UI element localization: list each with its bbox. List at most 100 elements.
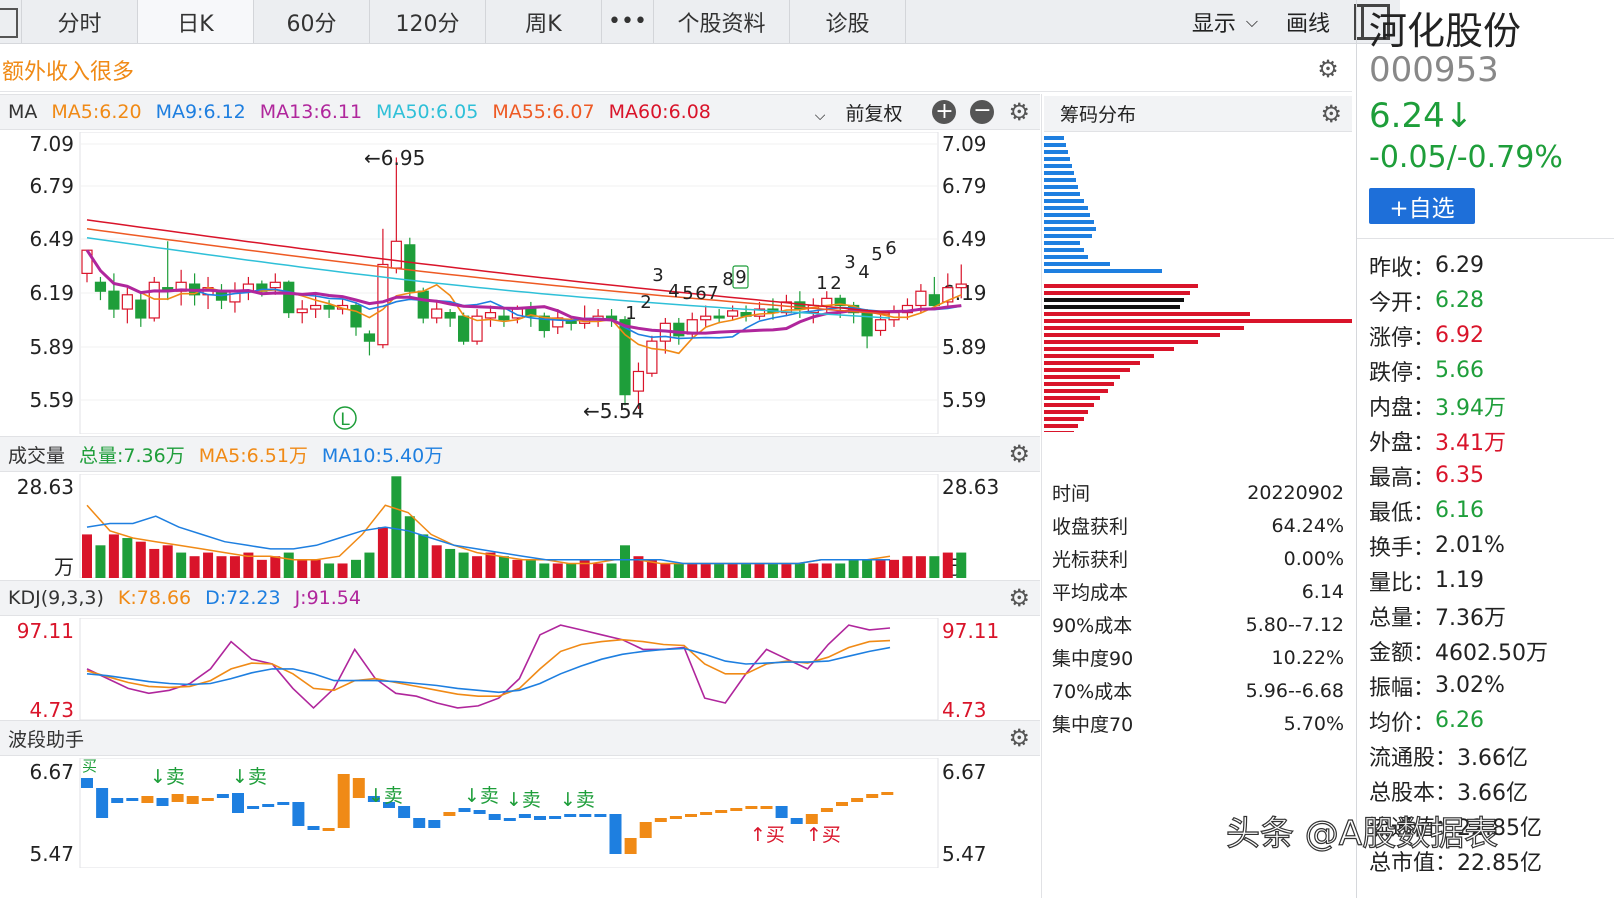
td-seq-label: 8 xyxy=(722,269,733,290)
quote-stat-row: 最高： 6.35 xyxy=(1369,458,1548,493)
chip-bar-blue xyxy=(1044,143,1066,147)
quote-stat-row: 换手： 2.01% xyxy=(1369,528,1548,563)
wave-chart[interactable]: 6.67 6.67 5.47 5.47 ↓卖 ↓卖 ↓卖 ↓卖 ↓卖 ↓卖 ↑买 ↑买 买 xyxy=(0,758,1040,868)
tab-6[interactable]: 个股资料 xyxy=(654,0,790,43)
td-seq-label: 5 xyxy=(871,244,882,265)
wave-sell-label: ↓卖 xyxy=(368,785,403,807)
volume-bar xyxy=(902,556,913,578)
zoom-in-icon[interactable]: + xyxy=(932,100,957,124)
wave-top-tick-right: 6.67 xyxy=(942,760,987,784)
tab-3[interactable]: 120分 xyxy=(370,0,486,43)
wave-bar xyxy=(473,810,486,814)
wave-bar xyxy=(654,818,667,822)
volume-chart[interactable]: 28.6328.63万万 xyxy=(0,474,1040,578)
wave-bar xyxy=(730,808,743,811)
y-tick-left: 7.09 xyxy=(29,132,74,156)
candle-body xyxy=(700,315,712,321)
wave-gear-icon[interactable]: ⚙ xyxy=(1008,724,1030,752)
kdj-gear-icon[interactable]: ⚙ xyxy=(1008,584,1030,612)
kdj-chart[interactable]: 97.11 97.11 4.73 4.73 xyxy=(0,618,1040,720)
quote-stat-value: 6.16 xyxy=(1435,498,1484,523)
high-price-label: ←6.95 xyxy=(364,146,425,170)
collapse-left-icon[interactable] xyxy=(0,0,22,43)
wave-bar xyxy=(443,812,456,816)
chip-bar-blue xyxy=(1044,255,1088,259)
wave-bar xyxy=(866,794,879,798)
volume-bar xyxy=(700,563,711,578)
draw-line-button[interactable]: 画线 xyxy=(1272,0,1344,43)
chip-bar-red xyxy=(1044,368,1130,372)
volume-bar xyxy=(377,527,388,578)
plot-area xyxy=(79,618,939,720)
chip-bar-red xyxy=(1044,326,1244,330)
wave-buy-label: ↑买 xyxy=(750,824,785,846)
adjust-dropdown[interactable]: ⌵ 前复权 xyxy=(815,99,917,126)
td-seq-label: 2 xyxy=(830,273,841,294)
wave-bar xyxy=(579,814,592,817)
quote-stat-label: 昨收： xyxy=(1369,255,1436,281)
candle-body xyxy=(646,340,658,374)
wave-bar xyxy=(262,804,275,807)
volume-bar xyxy=(835,563,846,578)
chip-row: 收盘获利 64.24% xyxy=(1044,509,1352,542)
chip-bar-red xyxy=(1044,403,1094,407)
chip-bar-red xyxy=(1044,347,1174,351)
wave-bar xyxy=(292,802,305,826)
wave-bar xyxy=(81,778,93,788)
volume-bar xyxy=(364,552,375,578)
tab-7[interactable]: 诊股 xyxy=(790,0,906,43)
tab-2[interactable]: 60分 xyxy=(254,0,370,43)
news-banner[interactable]: 额外收入很多 ⚙ xyxy=(0,46,1352,92)
volume-top-tick-right: 28.63 xyxy=(942,475,999,499)
wave-bar xyxy=(564,814,577,817)
tab-1[interactable]: 日K xyxy=(138,0,254,43)
y-tick-left: 5.59 xyxy=(29,388,74,412)
zoom-out-icon[interactable]: − xyxy=(970,100,995,124)
kline-chart[interactable]: 7.09 7.096.79 6.796.49 6.496.19 6.195.89 5.89… xyxy=(0,132,1040,434)
quote-stat-value: 6.26 xyxy=(1435,708,1484,733)
panel-divider xyxy=(1041,94,1042,898)
banner-gear-icon[interactable]: ⚙ xyxy=(1316,57,1340,81)
chip-row-label: 集中度70 xyxy=(1052,714,1134,736)
chip-row-value: 5.96--6.68 xyxy=(1245,679,1344,702)
wave-bar xyxy=(624,838,637,854)
wave-sell-label: ↓卖 xyxy=(464,785,499,807)
candle-body xyxy=(498,315,510,321)
volume-bar xyxy=(673,563,684,578)
quote-stat-row: 涨停： 6.92 xyxy=(1369,318,1548,353)
tab-4[interactable]: 周K xyxy=(486,0,602,43)
chip-row: 光标获利 0.00% xyxy=(1044,542,1352,575)
volume-bar xyxy=(472,556,483,578)
chip-bar-red xyxy=(1044,291,1190,295)
chip-bar-red xyxy=(1044,284,1198,288)
ma-gear-icon[interactable]: ⚙ xyxy=(1008,98,1030,126)
add-watchlist-button[interactable]: +自选 xyxy=(1369,188,1475,224)
td-seq-label: 7 xyxy=(707,283,718,304)
volume-bar xyxy=(512,559,523,578)
volume-title: 成交量 xyxy=(8,444,66,467)
stock-change: -0.05/-0.79% xyxy=(1369,140,1563,175)
tab-5[interactable]: ••• xyxy=(602,0,654,43)
chip-bar-blue xyxy=(1044,157,1070,161)
td-seq-label: 6 xyxy=(695,283,706,304)
chip-row-label: 平均成本 xyxy=(1052,582,1129,604)
wave-bar xyxy=(398,806,411,818)
volume-bar xyxy=(485,552,496,578)
chip-row-value: 5.70% xyxy=(1283,712,1344,735)
chip-bar-blue xyxy=(1044,178,1076,182)
chip-bar-blue xyxy=(1044,269,1162,273)
ma-item-0: MA5:6.20 xyxy=(51,101,142,123)
candle-body xyxy=(323,304,335,310)
volume-gear-icon[interactable]: ⚙ xyxy=(1008,440,1030,468)
candle-body xyxy=(713,315,725,319)
chip-bar-blue xyxy=(1044,234,1092,238)
volume-bar xyxy=(915,556,926,578)
tab-0[interactable]: 分时 xyxy=(22,0,138,43)
quote-stat-label: 涨停： xyxy=(1369,325,1436,351)
chip-gear-icon[interactable]: ⚙ xyxy=(1320,100,1342,128)
chip-bar-blue xyxy=(1044,227,1096,231)
volume-bar xyxy=(929,556,940,578)
candle-body xyxy=(431,308,443,319)
display-menu-button[interactable]: 显示 ⌵ xyxy=(1178,0,1272,43)
quote-stat-row: 金额： 4602.50万 xyxy=(1369,633,1548,668)
